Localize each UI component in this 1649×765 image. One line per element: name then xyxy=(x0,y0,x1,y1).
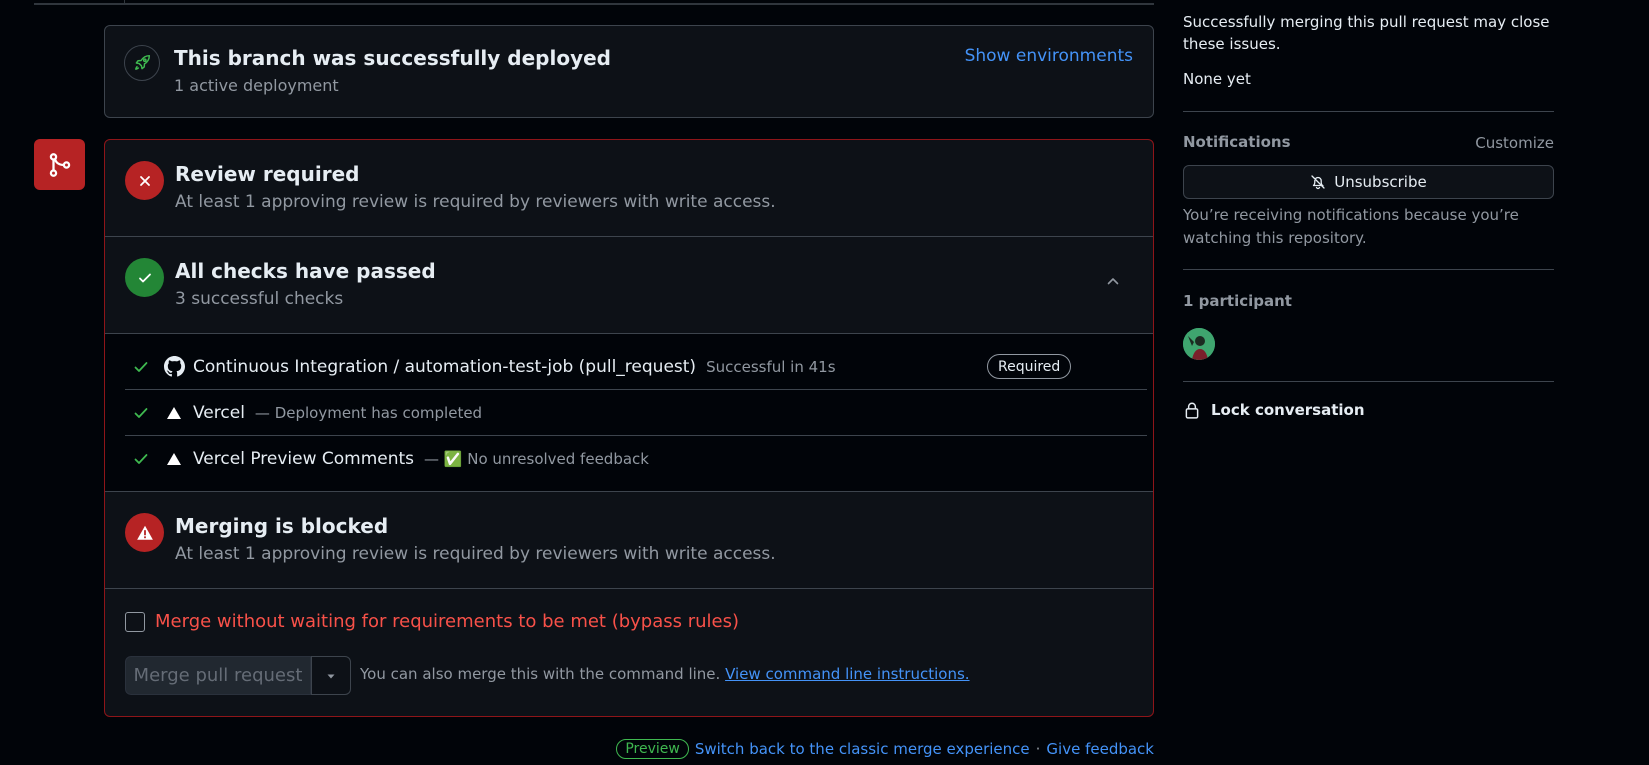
check-name[interactable]: Vercel xyxy=(193,403,245,423)
check-description: — Deployment has completed xyxy=(254,403,483,422)
bypass-option[interactable]: Merge without waiting for requirements t… xyxy=(125,611,739,632)
vercel-icon xyxy=(163,448,185,470)
lock-conversation[interactable]: Lock conversation xyxy=(1183,401,1365,419)
avatar[interactable] xyxy=(1183,328,1215,360)
git-merge-icon xyxy=(34,139,85,190)
check-row[interactable]: Vercel — Deployment has completed xyxy=(125,390,1147,436)
check-name[interactable]: Vercel Preview Comments xyxy=(193,449,414,469)
check-icon xyxy=(133,451,151,467)
check-circle-icon xyxy=(125,258,164,297)
command-line-hint: You can also merge this with the command… xyxy=(360,665,970,683)
blocked-title: Merging is blocked xyxy=(175,514,389,538)
notifications-heading: Notifications xyxy=(1183,133,1291,151)
classic-merge-link[interactable]: Switch back to the classic merge experie… xyxy=(695,740,1030,758)
notification-reason: You’re receiving notifications because y… xyxy=(1183,206,1519,247)
divider xyxy=(1183,381,1554,382)
x-icon xyxy=(125,161,164,200)
check-description: Successful in 41s xyxy=(706,357,836,376)
preview-badge: Preview xyxy=(616,739,689,759)
merge-panel: Review required At least 1 approving rev… xyxy=(104,139,1154,717)
check-icon xyxy=(133,405,151,421)
divider xyxy=(1183,111,1554,112)
check-icon xyxy=(133,359,151,375)
merge-footer: Preview Switch back to the classic merge… xyxy=(616,739,1154,759)
github-icon xyxy=(163,356,185,378)
lock-icon xyxy=(1185,402,1199,419)
deployment-title: This branch was successfully deployed xyxy=(174,46,612,70)
unsubscribe-label: Unsubscribe xyxy=(1334,173,1427,191)
bypass-checkbox[interactable] xyxy=(125,611,145,632)
triangle-down-icon xyxy=(327,674,335,678)
timeline-tick xyxy=(124,0,125,4)
command-line-text: You can also merge this with the command… xyxy=(360,665,721,683)
vercel-icon xyxy=(163,402,185,424)
check-row[interactable]: Continuous Integration / automation-test… xyxy=(125,344,1147,390)
merge-method-dropdown[interactable] xyxy=(311,656,351,695)
alert-icon xyxy=(125,513,164,552)
merge-pull-request-button[interactable]: Merge pull request xyxy=(125,656,311,695)
blocked-section: Merging is blocked At least 1 approving … xyxy=(105,492,1153,589)
deployment-panel: This branch was successfully deployed 1 … xyxy=(104,25,1154,118)
customize-link[interactable]: Customize xyxy=(1475,132,1554,155)
deployment-subtitle: 1 active deployment xyxy=(174,76,339,95)
check-description: — ✅ No unresolved feedback xyxy=(424,450,649,468)
show-environments-link[interactable]: Show environments xyxy=(965,46,1133,66)
merge-actions: Merge without waiting for requirements t… xyxy=(105,589,1153,716)
required-badge: Required xyxy=(987,354,1072,379)
linked-issues-value: None yet xyxy=(1183,70,1251,88)
command-line-link[interactable]: View command line instructions. xyxy=(725,665,969,683)
merge-button-group: Merge pull request xyxy=(125,656,351,695)
unsubscribe-button[interactable]: Unsubscribe xyxy=(1183,165,1554,199)
check-name[interactable]: Continuous Integration / automation-test… xyxy=(193,357,696,377)
divider xyxy=(1183,269,1554,270)
lock-label: Lock conversation xyxy=(1211,401,1365,419)
participants-heading: 1 participant xyxy=(1183,292,1292,310)
rocket-icon xyxy=(124,45,160,81)
bell-slash-icon xyxy=(1311,175,1325,190)
chevron-up-icon[interactable] xyxy=(1105,273,1121,293)
review-subtitle: At least 1 approving review is required … xyxy=(175,192,776,212)
checks-list: Continuous Integration / automation-test… xyxy=(105,334,1153,492)
separator: · xyxy=(1035,740,1041,758)
checks-section[interactable]: All checks have passed 3 successful chec… xyxy=(105,237,1153,334)
check-row[interactable]: Vercel Preview Comments — ✅ No unresolve… xyxy=(125,436,1147,482)
bypass-label[interactable]: Merge without waiting for requirements t… xyxy=(155,611,739,632)
give-feedback-link[interactable]: Give feedback xyxy=(1046,740,1154,758)
checks-title: All checks have passed xyxy=(175,259,436,283)
linked-issues-text: Successfully merging this pull request m… xyxy=(1183,13,1550,53)
blocked-subtitle: At least 1 approving review is required … xyxy=(175,544,776,564)
top-divider xyxy=(34,3,1154,5)
review-section: Review required At least 1 approving rev… xyxy=(105,140,1153,237)
checks-subtitle: 3 successful checks xyxy=(175,289,344,309)
review-title: Review required xyxy=(175,162,360,186)
